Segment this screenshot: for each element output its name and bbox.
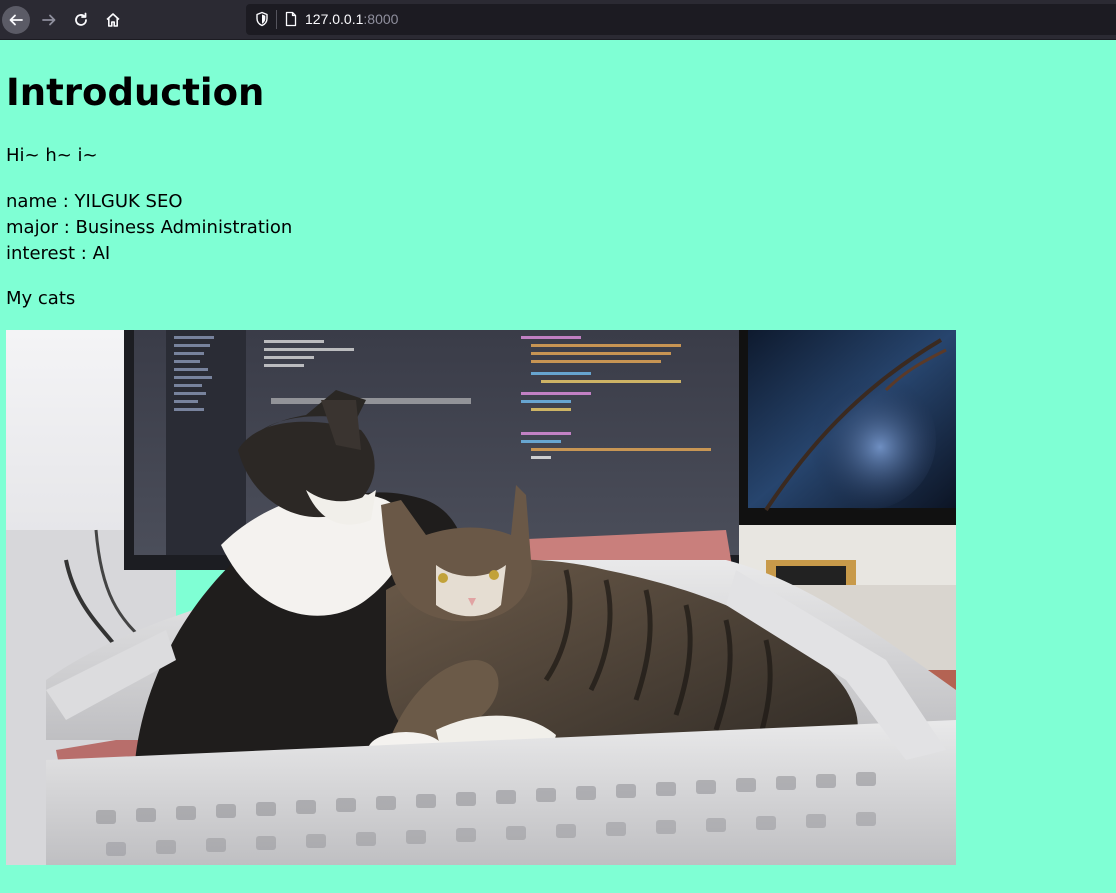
url-bar[interactable]: 127.0.0.1:8000	[246, 4, 1116, 35]
url-text[interactable]: 127.0.0.1:8000	[305, 11, 398, 28]
profile-name: name : YILGUK SEO	[6, 191, 183, 212]
reload-button[interactable]	[67, 6, 95, 34]
back-button[interactable]	[2, 6, 30, 34]
back-arrow-icon	[9, 14, 23, 26]
url-divider	[276, 10, 277, 29]
reload-icon	[75, 12, 87, 26]
page-icon	[285, 11, 297, 27]
profile-major: major : Business Administration	[6, 217, 293, 238]
greeting-text: Hi~ h~ i~	[6, 145, 98, 166]
cats-photo-illustration	[6, 330, 956, 865]
url-host: 127.0.0.1	[305, 11, 364, 27]
page-title: Introduction	[6, 71, 265, 114]
browser-toolbar: 127.0.0.1:8000	[0, 0, 1116, 40]
url-port: :8000	[363, 11, 399, 27]
cats-photo	[6, 330, 956, 865]
forward-arrow-icon	[42, 14, 56, 26]
home-icon	[106, 13, 120, 27]
shield-icon[interactable]	[254, 11, 270, 27]
home-button[interactable]	[99, 6, 127, 34]
forward-button[interactable]	[35, 6, 63, 34]
profile-interest: interest : AI	[6, 243, 111, 264]
cats-caption: My cats	[6, 288, 76, 309]
page-content: Introduction Hi~ h~ i~ name : YILGUK SEO…	[0, 40, 1116, 893]
